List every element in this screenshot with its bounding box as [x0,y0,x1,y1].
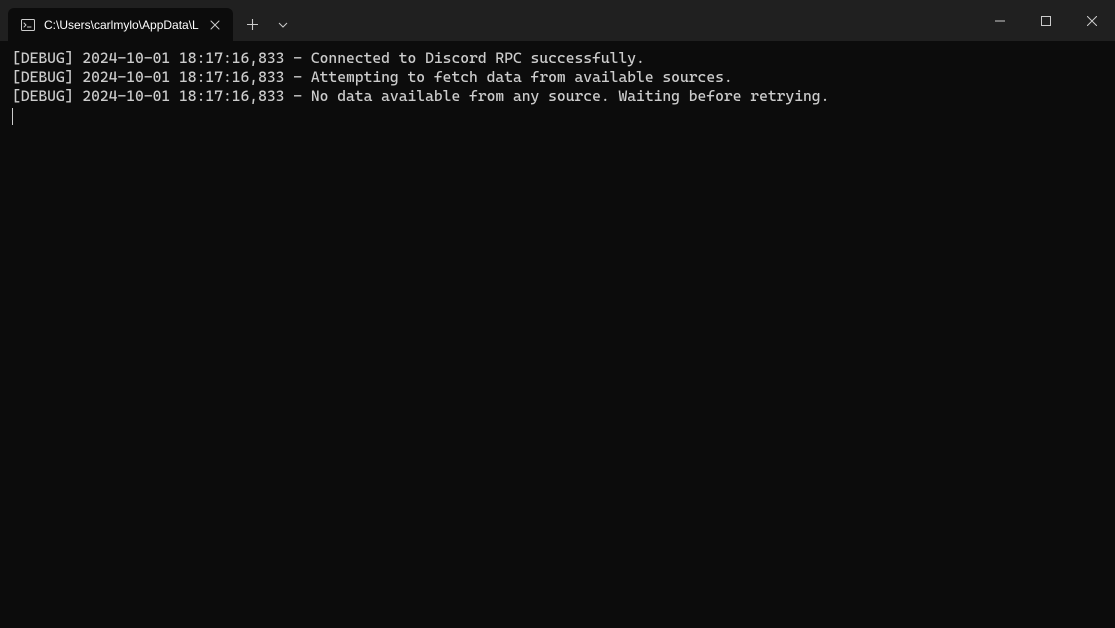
log-line: [DEBUG] 2024-10-01 18:17:16,833 - Connec… [12,49,1103,68]
log-line: [DEBUG] 2024-10-01 18:17:16,833 - Attemp… [12,68,1103,87]
tab-dropdown-button[interactable] [269,8,297,41]
minimize-button[interactable] [977,0,1023,41]
terminal-icon [20,17,36,33]
chevron-down-icon [278,22,288,28]
close-icon [210,20,220,30]
close-window-button[interactable] [1069,0,1115,41]
maximize-icon [1041,16,1051,26]
terminal-tab[interactable]: C:\Users\carlmylo\AppData\L [8,8,233,41]
minimize-icon [995,16,1005,26]
tab-title: C:\Users\carlmylo\AppData\L [44,18,199,32]
tab-area: C:\Users\carlmylo\AppData\L [0,0,977,41]
plus-icon [247,19,258,30]
maximize-button[interactable] [1023,0,1069,41]
close-icon [1087,16,1097,26]
tab-close-button[interactable] [207,17,223,33]
log-line: [DEBUG] 2024-10-01 18:17:16,833 - No dat… [12,87,1103,106]
window-controls [977,0,1115,41]
terminal-cursor [12,108,13,125]
terminal-content[interactable]: [DEBUG] 2024-10-01 18:17:16,833 - Connec… [0,41,1115,628]
new-tab-button[interactable] [237,8,269,41]
titlebar: C:\Users\carlmylo\AppData\L [0,0,1115,41]
cursor-line [12,106,1103,126]
